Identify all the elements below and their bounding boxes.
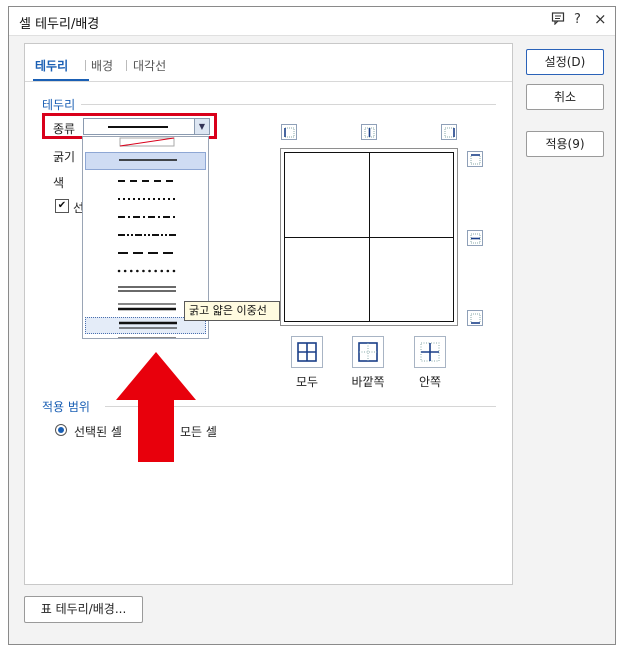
type-label: 종류 <box>53 122 76 136</box>
radio-selected-cells-label: 선택된 셀 <box>74 425 122 439</box>
line-style-double[interactable] <box>85 281 206 297</box>
help-button[interactable]: ? <box>574 12 581 27</box>
line-style-dash-dot-dot[interactable] <box>85 227 206 243</box>
line-style-dash-dot[interactable] <box>85 209 206 225</box>
bottom-border-button[interactable] <box>467 310 483 326</box>
cell-border-background-dialog: 셀 테두리/배경 ? × 테두리 배경 대각선 테두리 종류 ▼ 굵기 색 ✔ … <box>8 6 616 645</box>
feedback-icon[interactable] <box>551 11 565 29</box>
preset-inner-label: 안쪽 <box>418 375 442 389</box>
line-style-tooltip: 굵고 얇은 이중선 <box>184 301 280 321</box>
preset-all-label: 모두 <box>295 375 319 389</box>
section-divider <box>81 104 496 105</box>
line-style-long-dash[interactable] <box>85 245 206 261</box>
annotation-arrow-up-icon <box>116 352 196 465</box>
left-border-button[interactable] <box>281 124 297 140</box>
tabs-divider <box>25 81 512 82</box>
radio-selected-cells[interactable] <box>55 424 67 436</box>
title-bar: 셀 테두리/배경 ? × <box>9 7 615 36</box>
tab-background[interactable]: 배경 <box>91 57 113 74</box>
inner-horizontal-border-button[interactable] <box>467 230 483 246</box>
dialog-title: 셀 테두리/배경 <box>19 17 100 32</box>
apply-range-title: 적용 범위 <box>42 400 90 414</box>
preset-all-button[interactable] <box>291 336 323 368</box>
inner-vertical-border-button[interactable] <box>361 124 377 140</box>
chevron-down-icon[interactable]: ▼ <box>194 119 209 134</box>
border-section-title: 테두리 <box>42 98 76 112</box>
ok-button[interactable]: 설정(D) <box>526 49 604 75</box>
preview-table <box>284 152 454 322</box>
line-style-none[interactable] <box>85 137 206 153</box>
right-border-button[interactable] <box>441 124 457 140</box>
preset-outer-button[interactable] <box>352 336 384 368</box>
line-style-triple[interactable] <box>85 335 206 338</box>
close-button[interactable]: × <box>594 10 607 28</box>
tab-border[interactable]: 테두리 <box>35 57 68 74</box>
tab-separator <box>85 60 86 71</box>
table-border-background-button[interactable]: 표 테두리/배경... <box>24 596 143 623</box>
line-style-dotted[interactable] <box>85 191 206 207</box>
line-type-combo[interactable]: ▼ <box>83 118 210 135</box>
border-preview[interactable] <box>280 148 458 326</box>
tab-separator <box>126 60 127 71</box>
thickness-label: 굵기 <box>53 150 76 164</box>
color-label: 색 <box>53 176 65 190</box>
selected-line-preview <box>108 126 168 128</box>
tab-diagonal[interactable]: 대각선 <box>133 57 166 74</box>
preset-outer-label: 바깥쪽 <box>351 375 385 389</box>
line-checkbox[interactable]: ✔ <box>55 199 69 213</box>
cancel-button[interactable]: 취소 <box>526 84 604 110</box>
apply-button[interactable]: 적용(9) <box>526 131 604 157</box>
top-border-button[interactable] <box>467 151 483 167</box>
preview-horizontal-line <box>285 237 453 238</box>
preset-inner-button[interactable] <box>414 336 446 368</box>
line-style-round-dot[interactable] <box>85 263 206 279</box>
line-style-solid[interactable] <box>85 152 206 170</box>
line-style-dashed[interactable] <box>85 173 206 189</box>
